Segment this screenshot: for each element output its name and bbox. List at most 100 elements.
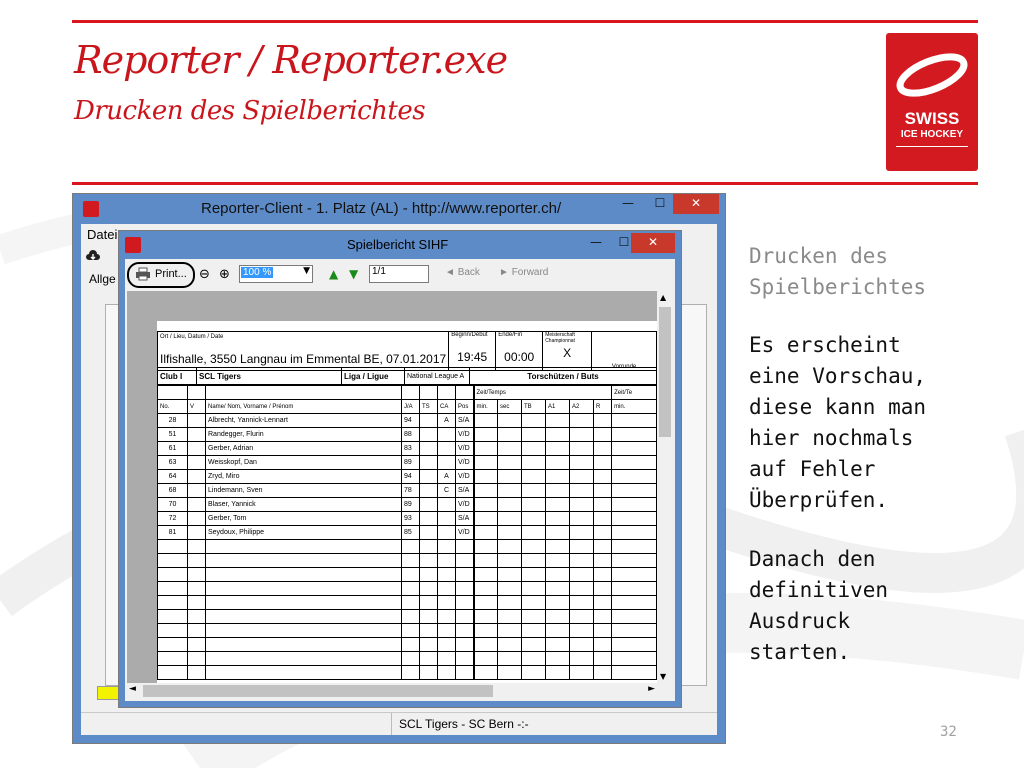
- column-header: Name/ Nom, Vorname / Prénom: [205, 399, 402, 414]
- table-row: [157, 665, 657, 680]
- player-year: 78: [401, 483, 420, 498]
- scorer-cell: [497, 455, 522, 470]
- scorer-cell: [472, 441, 498, 456]
- scorer-cell: [611, 511, 657, 526]
- vertical-scroll-thumb[interactable]: [659, 307, 671, 437]
- location-cell: Ort / Lieu, Datum / Date Ilfishalle, 355…: [156, 331, 450, 371]
- player-ca: C: [437, 483, 456, 498]
- start-value: 19:45: [457, 350, 488, 364]
- slide-subtitle: Drucken des Spielberichtes: [74, 96, 426, 126]
- empty-cell: [419, 609, 438, 624]
- preview-close-button[interactable]: ✕: [631, 233, 675, 253]
- empty-cell: [419, 595, 438, 610]
- empty-cell: [545, 539, 570, 554]
- slide-title: Reporter / Reporter.exe: [74, 38, 508, 82]
- empty-cell: [455, 539, 474, 554]
- player-pos: S/A: [455, 511, 474, 526]
- table-row: 28 Albrecht, Yannick-Lennart 94 A S/A: [157, 413, 657, 428]
- preview-titlebar[interactable]: Spielbericht SIHF — ☐ ✕: [119, 231, 681, 259]
- table-row: 81 Seydoux, Philippe 85 V/D: [157, 525, 657, 540]
- scorer-cell: [472, 413, 498, 428]
- player-v: [187, 511, 206, 526]
- logo-underline: [896, 146, 968, 147]
- scroll-left-icon[interactable]: ◄: [129, 684, 136, 694]
- reporter-app-icon: [83, 201, 99, 217]
- page-down-icon[interactable]: ▼: [349, 267, 358, 281]
- empty-cell: [472, 665, 498, 680]
- main-minimize-button[interactable]: —: [613, 194, 643, 214]
- empty-cell: [521, 539, 546, 554]
- player-v: [187, 455, 206, 470]
- main-maximize-button[interactable]: ☐: [645, 194, 675, 214]
- player-ca: [437, 525, 456, 540]
- location-value: Ilfishalle, 3550 Langnau im Emmental BE,…: [160, 352, 447, 366]
- main-titlebar[interactable]: Reporter-Client - 1. Platz (AL) - http:/…: [73, 194, 725, 224]
- empty-cell: [401, 651, 420, 666]
- player-ts: [419, 497, 438, 512]
- empty-cell: [157, 665, 188, 680]
- empty-cell: [455, 567, 474, 582]
- preview-vertical-scrollbar[interactable]: ▲ ▼: [657, 291, 673, 683]
- tab-allgemein[interactable]: Allge: [89, 272, 116, 286]
- championship-label: Meisterschaft Championnat: [545, 332, 575, 345]
- back-arrow-icon: ◄: [445, 267, 458, 278]
- empty-cell: [401, 665, 420, 680]
- empty-cell: [437, 553, 456, 568]
- empty-cell: [611, 595, 657, 610]
- preview-minimize-button[interactable]: —: [581, 233, 611, 253]
- table-row: 61 Gerber, Adrian 83 V/D: [157, 441, 657, 456]
- scorer-cell: [569, 483, 594, 498]
- empty-cell: [437, 567, 456, 582]
- scorer-cell: [472, 511, 498, 526]
- empty-cell: [569, 595, 594, 610]
- scorer-cell: [592, 483, 613, 498]
- empty-cell: [455, 637, 474, 652]
- scorer-cell: [569, 427, 594, 442]
- page-input[interactable]: 1/1: [369, 265, 429, 283]
- scorer-cell: [569, 455, 594, 470]
- start-label: Beginn/Début: [451, 332, 488, 339]
- sidebar-heading: Drucken des Spielberichtes: [749, 244, 927, 299]
- table-row: 64 Zryd, Miro 94 A V/D: [157, 469, 657, 484]
- scroll-down-icon[interactable]: ▼: [660, 672, 666, 681]
- empty-cell: [472, 539, 498, 554]
- page-up-icon[interactable]: ▲: [329, 267, 338, 281]
- scorer-cell: [545, 525, 570, 540]
- scroll-right-icon[interactable]: ►: [648, 684, 655, 694]
- empty-cell: [497, 665, 522, 680]
- main-close-button[interactable]: ✕: [673, 194, 719, 214]
- empty-cell: [521, 567, 546, 582]
- empty-cell: [497, 651, 522, 666]
- empty-cell: [472, 595, 498, 610]
- preview-horizontal-scrollbar[interactable]: ◄ ►: [127, 683, 657, 699]
- empty-cell: [611, 623, 657, 638]
- empty-cell: [497, 595, 522, 610]
- zoom-select[interactable]: 100 % ▼: [239, 265, 313, 283]
- back-button[interactable]: ◄ Back: [445, 267, 480, 278]
- column-header: TS: [419, 399, 438, 414]
- player-number: 51: [157, 427, 188, 442]
- empty-cell: [187, 637, 206, 652]
- scroll-up-icon[interactable]: ▲: [660, 293, 666, 302]
- zoom-out-icon[interactable]: ⊖: [199, 267, 210, 282]
- empty-cell: [437, 581, 456, 596]
- empty-cell: [569, 637, 594, 652]
- table-row: [157, 609, 657, 624]
- empty-cell: [437, 539, 456, 554]
- cloud-download-icon[interactable]: [85, 248, 101, 264]
- empty-cell: [419, 651, 438, 666]
- empty-cell: [455, 609, 474, 624]
- empty-cell: [592, 609, 613, 624]
- column-header: V: [187, 399, 206, 414]
- empty-cell: [187, 567, 206, 582]
- forward-button[interactable]: ► Forward: [499, 267, 548, 278]
- print-button[interactable]: Print...: [127, 262, 195, 288]
- horizontal-scroll-thumb[interactable]: [143, 685, 493, 697]
- scorer-cell: [545, 413, 570, 428]
- zoom-in-icon[interactable]: ⊕: [219, 267, 230, 282]
- scorer-cell: [472, 497, 498, 512]
- empty-cell: [401, 539, 420, 554]
- menu-datei[interactable]: Datei: [87, 227, 117, 242]
- empty-cell: [611, 539, 657, 554]
- page-number: 32: [940, 724, 957, 740]
